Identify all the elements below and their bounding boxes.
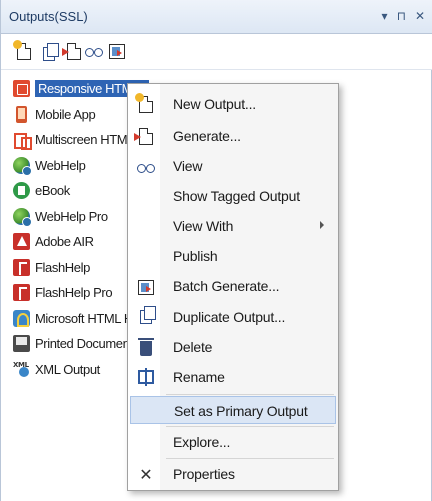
new-output-icon: [135, 92, 153, 113]
menu-item-delete[interactable]: Delete: [130, 333, 336, 361]
menu-item-view-with[interactable]: View With: [130, 212, 336, 240]
menu-separator: [166, 458, 334, 459]
menu-item-label: Set as Primary Output: [174, 403, 308, 419]
generate-icon: [134, 127, 153, 145]
menu-item-label: View: [173, 158, 203, 174]
menu-separator: [166, 426, 334, 427]
view-icon: [137, 161, 155, 175]
mobile-app-icon: [16, 105, 27, 123]
menu-item-generate[interactable]: Generate...: [130, 122, 336, 150]
xml-icon-text: XML: [13, 360, 29, 369]
printed-doc-icon: [13, 335, 30, 353]
menu-separator: [166, 394, 334, 395]
menu-item-label: Generate...: [173, 128, 241, 144]
rename-icon: [138, 368, 154, 386]
pod-toolbar: [1, 34, 432, 70]
webhelp-pro-icon: [13, 207, 32, 227]
batch-generate-icon: [138, 279, 154, 295]
context-menu: New Output... Generate... View Show Tagg…: [127, 83, 339, 491]
menu-item-label: Delete: [173, 339, 213, 355]
generate-icon: [62, 43, 81, 60]
menu-item-set-as-primary-output[interactable]: Set as Primary Output: [130, 396, 336, 424]
duplicate-icon: [140, 306, 156, 324]
webhelp-icon: [13, 156, 32, 176]
menu-item-label: Rename: [173, 369, 225, 385]
xml-output-icon: XML: [13, 361, 30, 378]
outputs-pod: Outputs(SSL) ▾ ⊓ ✕ Responsive HTML5 Mobi…: [0, 0, 432, 501]
toolbar-view-button[interactable]: [85, 43, 103, 61]
duplicate-icon: [43, 43, 59, 61]
tree-item-label: WebHelp Pro: [35, 208, 108, 224]
submenu-arrow-icon: [320, 221, 324, 229]
microsoft-html-help-icon: [13, 309, 30, 327]
menu-item-view[interactable]: View: [130, 152, 336, 180]
menu-item-label: View With: [173, 218, 234, 234]
pod-title: Outputs(SSL): [9, 9, 88, 24]
tree-item-label: eBook: [35, 183, 70, 199]
tree-item-label: Multiscreen HTML5: [35, 132, 141, 148]
pod-title-controls: ▾ ⊓ ✕: [382, 9, 425, 23]
tree-item-label: FlashHelp Pro: [35, 285, 113, 301]
menu-item-publish[interactable]: Publish: [130, 242, 336, 270]
menu-item-explore[interactable]: Explore...: [130, 428, 336, 456]
menu-item-new-output[interactable]: New Output...: [130, 90, 336, 118]
toolbar-generate-button[interactable]: [62, 43, 81, 61]
multiscreen-icon: [13, 131, 32, 151]
menu-item-label: Duplicate Output...: [173, 309, 286, 325]
toolbar-new-output-button[interactable]: [13, 40, 35, 61]
pod-close-icon[interactable]: ✕: [415, 9, 425, 23]
pod-dropdown-icon[interactable]: ▾: [382, 9, 388, 23]
adobe-air-icon: [13, 233, 30, 251]
ebook-icon: [13, 182, 30, 200]
menu-item-label: Properties: [173, 466, 235, 482]
menu-item-label: Batch Generate...: [173, 278, 280, 294]
tree-item-label: Adobe AIR: [35, 234, 94, 250]
menu-item-label: Publish: [173, 248, 218, 264]
menu-item-label: New Output...: [173, 96, 256, 112]
menu-item-label: Show Tagged Output: [173, 188, 300, 204]
toolbar-batch-generate-button[interactable]: [109, 43, 127, 61]
pod-titlebar: Outputs(SSL) ▾ ⊓ ✕: [1, 0, 432, 34]
menu-item-duplicate-output[interactable]: Duplicate Output...: [130, 303, 336, 331]
menu-item-label: Explore...: [173, 434, 231, 450]
pod-pin-icon[interactable]: ⊓: [397, 9, 406, 23]
tree-item-label: Mobile App: [35, 106, 96, 122]
flashhelp-icon: [13, 258, 30, 276]
view-icon: [85, 45, 103, 59]
menu-item-show-tagged-output[interactable]: Show Tagged Output: [130, 182, 336, 210]
delete-icon: [138, 337, 154, 356]
new-output-icon: [13, 40, 31, 60]
tree-item-label: WebHelp: [35, 157, 86, 173]
batch-generate-icon: [109, 44, 125, 59]
flashhelp-pro-icon: [13, 284, 30, 302]
menu-item-rename[interactable]: Rename: [130, 363, 336, 391]
menu-item-batch-generate[interactable]: Batch Generate...: [130, 272, 336, 300]
tree-item-label: FlashHelp: [35, 259, 90, 275]
tree-item-label: XML Output: [35, 361, 100, 377]
menu-item-properties[interactable]: ✕ Properties: [130, 460, 336, 488]
responsive-html5-icon: [13, 80, 30, 98]
toolbar-duplicate-output-button[interactable]: [40, 43, 59, 61]
properties-icon: ✕: [139, 464, 153, 484]
